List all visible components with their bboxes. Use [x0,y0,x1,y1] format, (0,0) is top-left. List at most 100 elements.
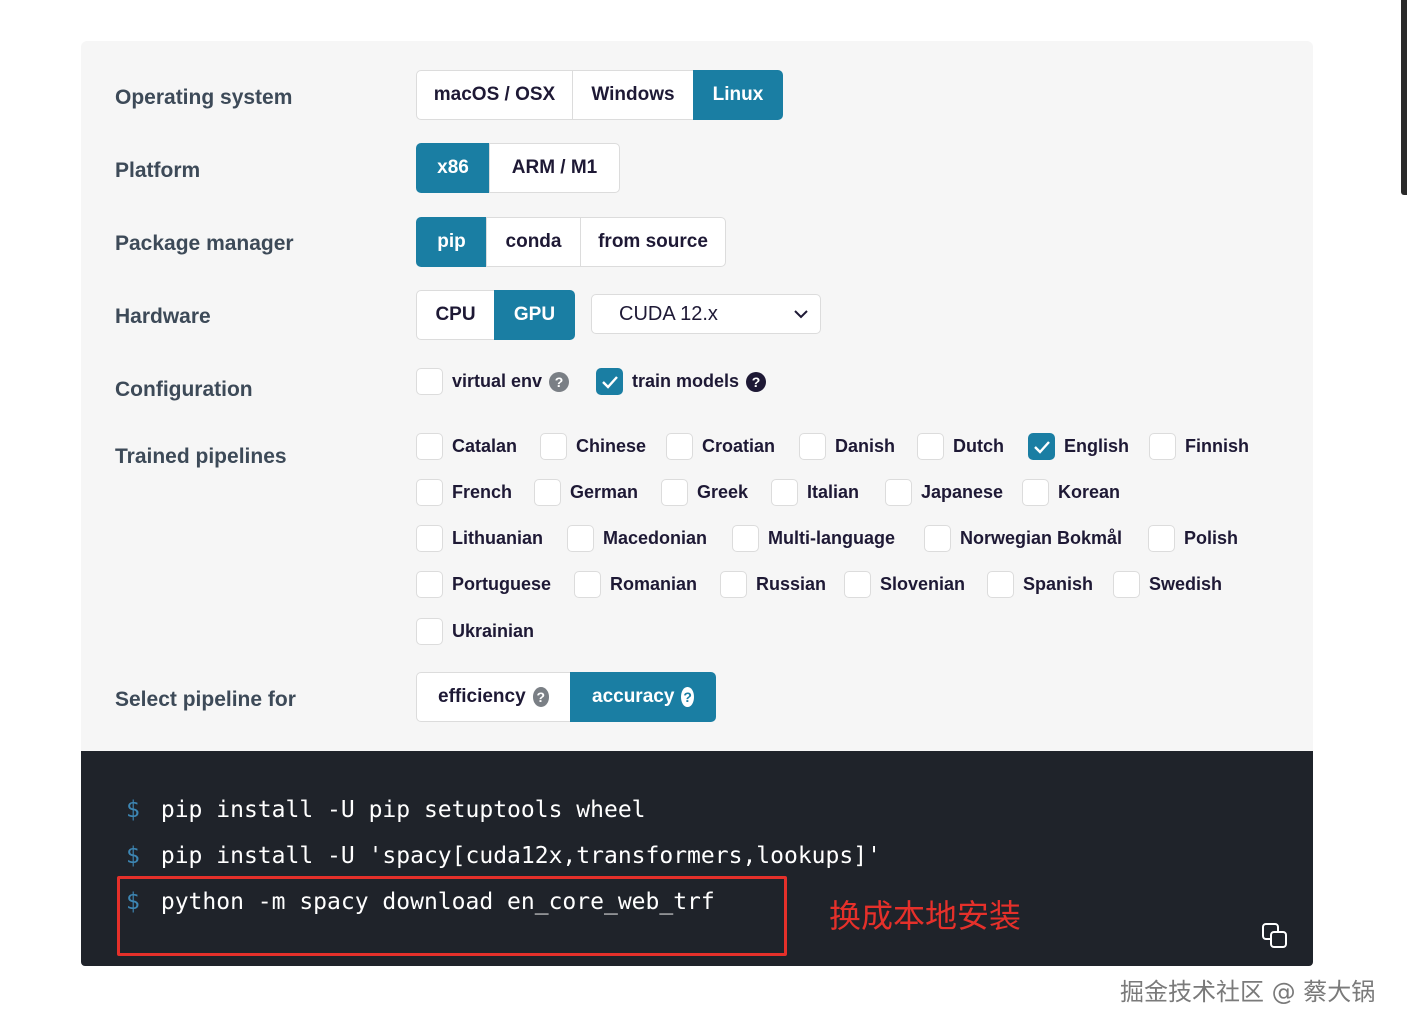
language-macedonian[interactable]: Macedonian [567,525,707,552]
language-ukrainian[interactable]: Ukrainian [416,618,534,645]
language-german[interactable]: German [534,479,638,506]
checkbox[interactable] [885,479,912,506]
pipeline-option-efficiency-label: efficiency [438,686,526,707]
checkbox-checked[interactable] [596,368,623,395]
code-text: pip install -U pip setuptools wheel [160,797,646,823]
annotation-highlight-box [117,876,787,956]
configuration-label: Configuration [115,378,253,401]
package-manager-options: pip conda from source [416,217,726,267]
cuda-version-select[interactable]: CUDA 12.x [591,294,821,334]
language-polish[interactable]: Polish [1148,525,1238,552]
checkbox-checked[interactable] [1028,433,1055,460]
checkbox[interactable] [1148,525,1175,552]
hardware-options: CPU GPU [416,290,575,340]
pipeline-option-accuracy[interactable]: accuracy ? [570,672,716,722]
help-icon[interactable]: ? [532,687,549,707]
os-option-windows[interactable]: Windows [572,70,694,120]
help-icon[interactable]: ? [681,687,694,707]
hardware-option-gpu[interactable]: GPU [494,290,575,340]
language-label: Dutch [953,436,1004,456]
language-chinese[interactable]: Chinese [540,433,646,460]
checkbox[interactable] [771,479,798,506]
code-line[interactable]: $ pip install -U 'spacy[cuda12x,transform… [126,843,881,869]
checkbox[interactable] [540,433,567,460]
checkmark-icon [1033,440,1050,454]
language-label: Ukrainian [452,621,535,641]
pipeline-option-accuracy-label: accuracy [592,686,675,707]
checkbox[interactable] [416,525,443,552]
checkbox[interactable] [416,368,443,395]
checkbox[interactable] [917,433,944,460]
checkbox[interactable] [666,433,693,460]
help-icon[interactable]: ? [746,371,767,392]
checkbox[interactable] [534,479,561,506]
language-danish[interactable]: Danish [799,433,895,460]
checkbox[interactable] [416,571,443,598]
prompt-symbol: $ [126,797,140,823]
checkbox[interactable] [1113,571,1140,598]
checkbox[interactable] [567,525,594,552]
checkbox[interactable] [1022,479,1049,506]
language-label: Romanian [610,574,698,594]
code-line[interactable]: $ pip install -U pip setuptools wheel [126,797,646,823]
pkg-option-source[interactable]: from source [580,217,726,267]
checkbox[interactable] [416,433,443,460]
language-russian[interactable]: Russian [720,571,826,598]
language-label: Portuguese [452,574,552,594]
language-label: Slovenian [880,574,966,594]
language-label: Japanese [921,482,1004,502]
language-label: Catalan [452,436,518,456]
language-spanish[interactable]: Spanish [987,571,1093,598]
hardware-option-cpu[interactable]: CPU [416,290,495,340]
cuda-version-value: CUDA 12.x [619,302,718,325]
help-icon[interactable]: ? [549,371,570,392]
checkbox[interactable] [416,479,443,506]
platform-option-x86[interactable]: x86 [416,143,490,193]
scrollbar[interactable] [1401,0,1407,195]
language-finnish[interactable]: Finnish [1149,433,1249,460]
pipeline-option-efficiency[interactable]: efficiency ? [416,672,571,722]
language-catalan[interactable]: Catalan [416,433,517,460]
checkbox[interactable] [799,433,826,460]
platform-option-arm[interactable]: ARM / M1 [489,143,620,193]
language-portuguese[interactable]: Portuguese [416,571,551,598]
language-dutch[interactable]: Dutch [917,433,1004,460]
language-english[interactable]: English [1028,433,1129,460]
language-lithuanian[interactable]: Lithuanian [416,525,543,552]
language-swedish[interactable]: Swedish [1113,571,1222,598]
checkbox[interactable] [661,479,688,506]
copy-icon[interactable] [1261,922,1289,950]
checkbox[interactable] [574,571,601,598]
language-label: Italian [807,482,860,502]
config-virtual-env[interactable]: virtual env ? [416,368,570,395]
checkmark-icon [601,375,618,389]
config-train-models[interactable]: train models ? [596,368,767,395]
language-label: Finnish [1185,436,1249,456]
language-greek[interactable]: Greek [661,479,748,506]
language-label: Russian [756,574,827,594]
checkbox[interactable] [987,571,1014,598]
os-option-macos[interactable]: macOS / OSX [416,70,573,120]
language-multi-language[interactable]: Multi-language [732,525,895,552]
pkg-option-pip[interactable]: pip [416,217,487,267]
checkbox[interactable] [924,525,951,552]
checkbox[interactable] [416,618,443,645]
language-norwegian-bokm-l[interactable]: Norwegian Bokmål [924,525,1122,552]
language-japanese[interactable]: Japanese [885,479,1003,506]
os-options: macOS / OSX Windows Linux [416,70,783,120]
os-option-linux[interactable]: Linux [693,70,783,120]
code-text: pip install -U 'spacy[cuda12x,transforme… [160,843,881,869]
checkbox[interactable] [720,571,747,598]
language-french[interactable]: French [416,479,512,506]
checkbox[interactable] [1149,433,1176,460]
pkg-option-conda[interactable]: conda [486,217,581,267]
checkbox[interactable] [844,571,871,598]
language-korean[interactable]: Korean [1022,479,1120,506]
language-label: Spanish [1023,574,1094,594]
language-romanian[interactable]: Romanian [574,571,697,598]
language-italian[interactable]: Italian [771,479,859,506]
language-slovenian[interactable]: Slovenian [844,571,965,598]
language-croatian[interactable]: Croatian [666,433,775,460]
checkbox[interactable] [732,525,759,552]
chevron-down-icon [794,307,808,321]
